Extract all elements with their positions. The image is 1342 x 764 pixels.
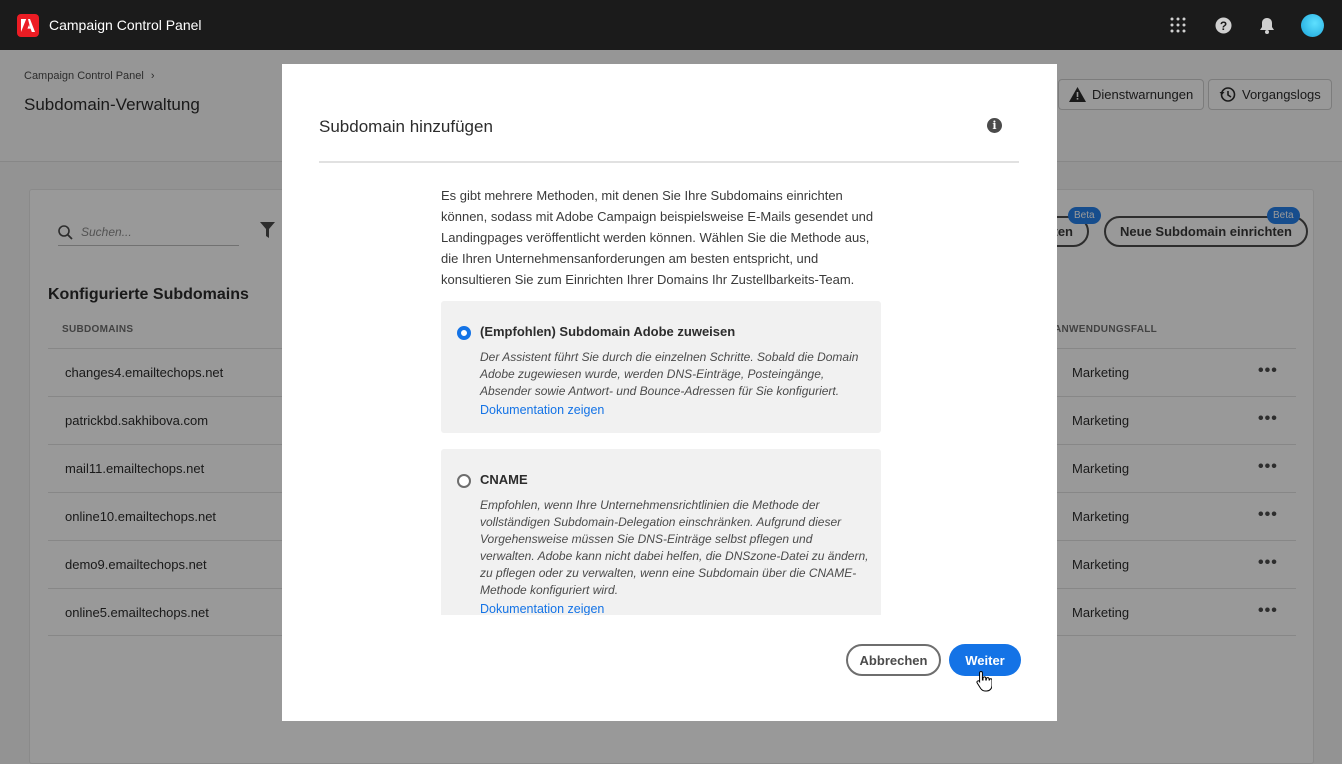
divider [319, 161, 1019, 163]
help-icon[interactable]: ? [1213, 15, 1233, 35]
option-cname[interactable]: CNAME Empfohlen, wenn Ihre Unternehmensr… [441, 449, 881, 619]
cancel-button[interactable]: Abbrechen [846, 644, 941, 676]
hand-cursor-icon [976, 670, 993, 697]
adobe-logo-icon [17, 14, 39, 37]
documentation-link[interactable]: Dokumentation zeigen [480, 403, 604, 417]
add-subdomain-dialog: Subdomain hinzufügen i Es gibt mehrere M… [282, 64, 1057, 721]
info-icon[interactable]: i [987, 118, 1002, 133]
app-title: Campaign Control Panel [49, 17, 202, 33]
svg-text:?: ? [1219, 19, 1226, 33]
option-title: (Empfohlen) Subdomain Adobe zuweisen [480, 324, 736, 339]
documentation-link[interactable]: Dokumentation zeigen [480, 602, 604, 616]
option-description: Der Assistent führt Sie durch die einzel… [480, 350, 859, 398]
app-grid-icon[interactable] [1168, 15, 1188, 35]
option-assign-to-adobe[interactable]: (Empfohlen) Subdomain Adobe zuweisen Der… [441, 301, 881, 433]
radio-assign-to-adobe[interactable] [457, 326, 471, 340]
user-avatar[interactable] [1301, 14, 1324, 37]
dialog-title: Subdomain hinzufügen [319, 117, 493, 136]
scroll-fade [282, 615, 1057, 635]
option-title: CNAME [480, 472, 528, 487]
option-description: Empfohlen, wenn Ihre Unternehmensrichtli… [480, 498, 869, 597]
dialog-intro-text: Es gibt mehrere Methoden, mit denen Sie … [441, 188, 874, 287]
radio-cname[interactable] [457, 474, 471, 488]
top-bar: Campaign Control Panel ? [0, 0, 1342, 50]
notifications-bell-icon[interactable] [1257, 15, 1277, 35]
